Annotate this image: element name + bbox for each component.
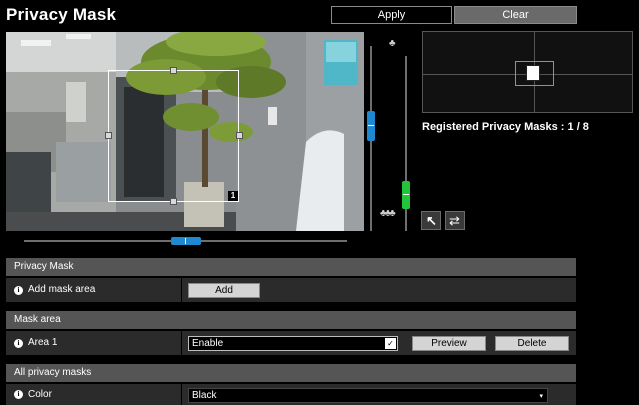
dropdown-arrow-icon: ▾ — [539, 393, 543, 400]
camera-view[interactable]: 1 — [6, 32, 364, 231]
row-divider — [181, 384, 182, 405]
zoom-slider-thumb[interactable] — [402, 180, 410, 209]
privacy-mask-rectangle[interactable] — [108, 70, 239, 202]
resize-handle-top[interactable] — [170, 67, 177, 74]
info-icon: i — [14, 338, 23, 348]
preview-button[interactable]: Preview — [412, 336, 486, 351]
color-value: Black — [192, 390, 217, 401]
all-masks-section-header: All privacy masks — [6, 364, 576, 382]
add-mask-button[interactable]: Add — [188, 283, 260, 298]
add-mask-label: Add mask area — [28, 284, 96, 295]
info-icon: i — [14, 390, 23, 399]
pan-slider-thumb[interactable] — [170, 237, 201, 245]
color-select[interactable]: Black ▾ — [188, 388, 548, 403]
area-label: Area 1 — [28, 337, 58, 348]
mask-area-section-header: Mask area — [6, 311, 576, 329]
add-mask-row: i Add mask area Add — [6, 278, 576, 302]
mask-area-row: i Area 1 Enable ✓ Preview Delete — [6, 331, 576, 355]
area-status-select[interactable]: Enable ✓ — [188, 336, 398, 351]
area-status-value: Enable — [192, 338, 224, 349]
mask-number-label: 1 — [228, 191, 238, 201]
arrow-pointer-icon: ↖ — [426, 213, 437, 228]
privacy-mask-section-header: Privacy Mask — [6, 258, 576, 276]
select-tool-button[interactable]: ↖ — [421, 211, 441, 230]
select-check-icon: ✓ — [385, 338, 396, 349]
overview-map[interactable] — [422, 31, 633, 113]
zoom-tele-icon: ♣ — [389, 38, 396, 49]
swap-arrows-icon: ⇄ — [449, 213, 460, 228]
tilt-slider-thumb[interactable] — [367, 111, 375, 142]
registered-masks-count: Registered Privacy Masks : 1 / 8 — [422, 121, 589, 133]
resize-handle-right[interactable] — [236, 132, 243, 139]
resize-handle-bottom[interactable] — [170, 198, 177, 205]
clear-button[interactable]: Clear — [454, 6, 577, 24]
page-title: Privacy Mask — [6, 5, 117, 24]
resize-handle-left[interactable] — [105, 132, 112, 139]
info-icon: i — [14, 285, 23, 295]
color-row: i Color Black ▾ — [6, 384, 576, 405]
overview-mask-marker — [526, 65, 540, 81]
swap-tool-button[interactable]: ⇄ — [445, 211, 465, 230]
row-divider — [181, 278, 182, 302]
row-divider — [181, 331, 182, 355]
color-label: Color — [28, 389, 52, 400]
apply-button[interactable]: Apply — [331, 6, 452, 24]
zoom-wide-icon: ♣♣♣ — [380, 208, 396, 219]
delete-button[interactable]: Delete — [495, 336, 569, 351]
